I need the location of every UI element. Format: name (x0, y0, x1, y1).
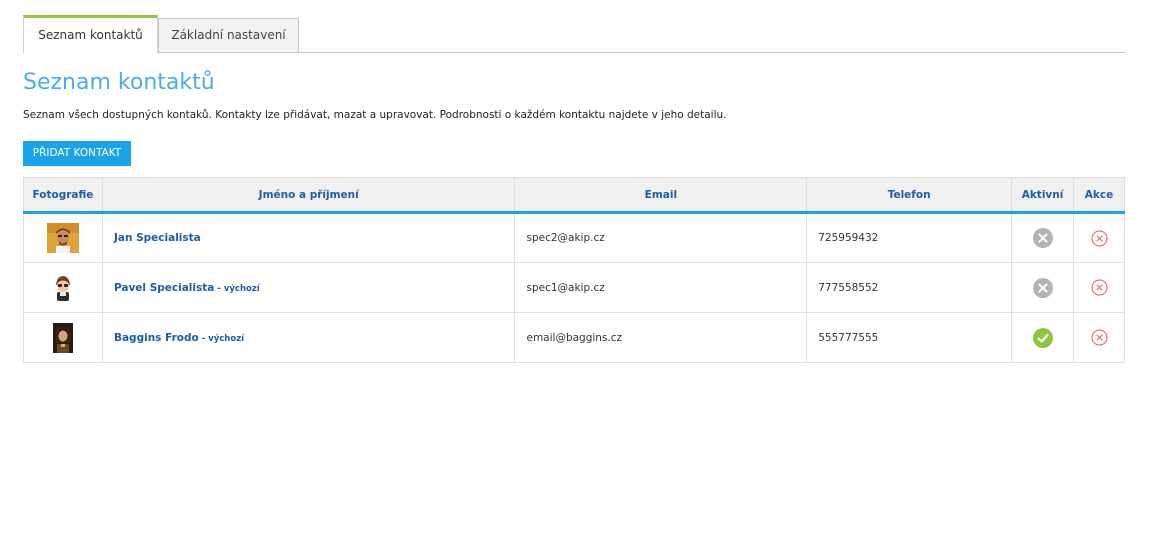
name-cell: Jan Specialista (101, 212, 516, 263)
default-tag: - výchozí (217, 283, 260, 294)
contact-name-link[interactable]: Pavel Specialista (114, 282, 214, 294)
contact-name-link[interactable]: Jan Specialista (114, 232, 201, 244)
table-row: Baggins Frodo - výchozí email@baggins.cz … (23, 312, 1125, 363)
email-cell: spec1@akip.cz (514, 262, 808, 313)
contact-name-link[interactable]: Baggins Frodo (114, 332, 199, 344)
column-header-actions: Akce (1073, 177, 1125, 214)
active-check-icon[interactable] (1032, 327, 1053, 348)
delete-icon[interactable] (1091, 230, 1108, 247)
name-cell: Baggins Frodo - výchozí (101, 312, 516, 363)
column-header-phone[interactable]: Telefon (806, 177, 1013, 214)
column-header-email[interactable]: Email (514, 177, 808, 214)
photo-cell (23, 262, 103, 313)
table-row: Jan Specialista spec2@akip.cz 725959432 (23, 212, 1125, 263)
active-cell (1011, 262, 1074, 313)
name-cell: Pavel Specialista - výchozí (101, 262, 516, 313)
tab-bar: Seznam kontaktů Základní nastavení (23, 15, 1125, 53)
delete-icon[interactable] (1091, 329, 1108, 346)
phone-cell: 555777555 (806, 312, 1013, 363)
actions-cell (1073, 212, 1125, 263)
tab-basic-settings[interactable]: Základní nastavení (158, 18, 299, 52)
phone-cell: 777558552 (806, 262, 1013, 313)
column-header-photo[interactable]: Fotografie (23, 177, 103, 214)
table-header-row: Fotografie Jméno a příjmení Email Telefo… (23, 177, 1125, 214)
person-photo-icon (46, 223, 79, 253)
column-header-active[interactable]: Aktivní (1011, 177, 1074, 214)
actions-cell (1073, 312, 1125, 363)
email-cell: spec2@akip.cz (514, 212, 808, 263)
delete-icon[interactable] (1091, 279, 1108, 296)
phone-cell: 725959432 (806, 212, 1013, 263)
photo-cell (23, 312, 103, 363)
tab-contact-list[interactable]: Seznam kontaktů (23, 15, 158, 53)
cartoon-avatar-icon (55, 275, 70, 301)
default-tag: - výchozí (201, 333, 245, 344)
inactive-x-icon[interactable] (1032, 228, 1053, 248)
actions-cell (1073, 262, 1125, 313)
active-cell (1011, 212, 1074, 263)
active-cell (1011, 312, 1074, 363)
photo-cell (23, 212, 103, 263)
page-description: Seznam všech dostupných kontaků. Kontakt… (23, 109, 727, 121)
page-title: Seznam kontaktů (23, 70, 215, 95)
contacts-table: Fotografie Jméno a příjmení Email Telefo… (23, 177, 1125, 363)
table-row: Pavel Specialista - výchozí spec1@akip.cz… (23, 262, 1125, 313)
email-cell: email@baggins.cz (514, 312, 808, 363)
add-contact-button[interactable]: PŘIDAT KONTAKT (23, 141, 131, 166)
person-photo-icon (52, 322, 73, 353)
column-header-name[interactable]: Jméno a příjmení (101, 177, 516, 214)
inactive-x-icon[interactable] (1032, 277, 1053, 298)
